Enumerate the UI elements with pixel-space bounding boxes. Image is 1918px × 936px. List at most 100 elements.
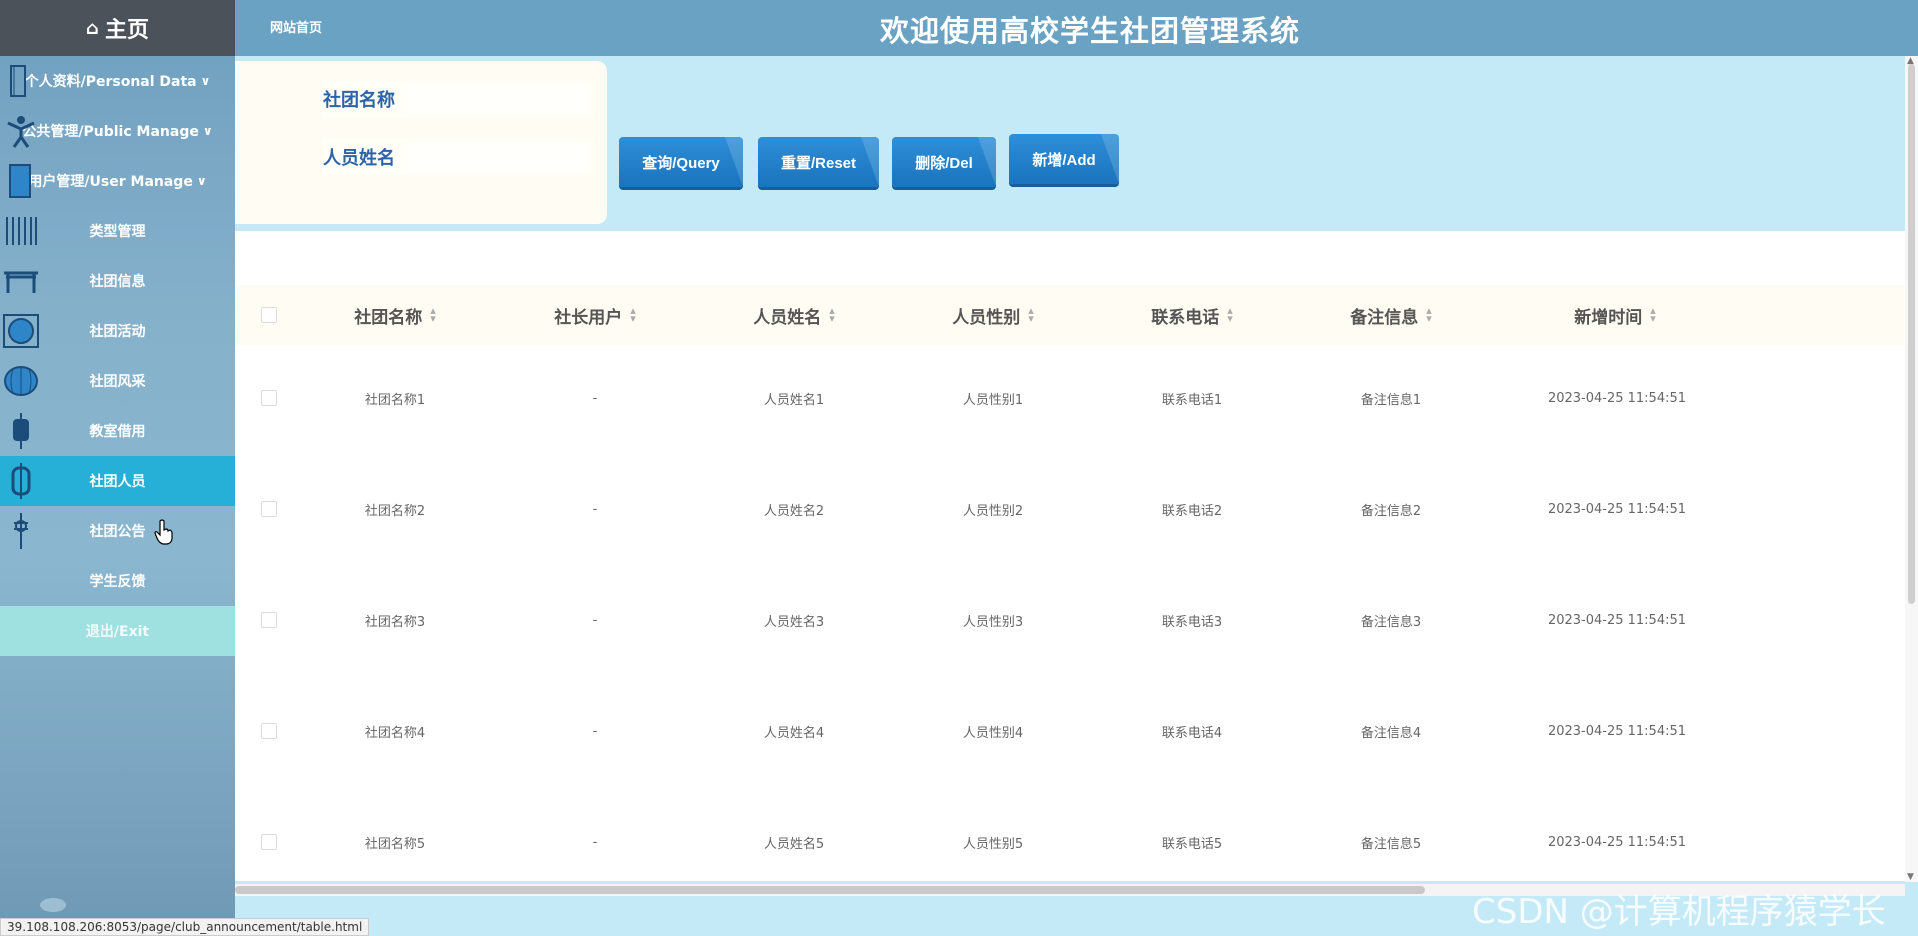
table-row[interactable]: 社团名称4 - 人员姓名4 人员性别4 联系电话4 备注信息4 2023-04-… bbox=[235, 711, 1905, 822]
table-icon bbox=[4, 271, 38, 293]
header: 网站首页 欢迎使用高校学生社团管理系统 bbox=[235, 0, 1918, 56]
scroll-down-arrow-icon[interactable]: ▼ bbox=[1907, 872, 1914, 882]
column-header[interactable]: 人员性别 ▴ ▾ bbox=[913, 285, 1073, 345]
cell-created-time: 2023-04-25 11:54:51 bbox=[1547, 501, 1687, 517]
row-checkbox[interactable] bbox=[261, 723, 277, 739]
cell-member-name: 人员姓名2 bbox=[763, 503, 825, 519]
club-name-field: 社团名称 bbox=[323, 81, 593, 117]
person-icon bbox=[7, 116, 35, 148]
column-header[interactable]: 社团名称 ▴ ▾ bbox=[315, 285, 475, 345]
cell-leader: - bbox=[592, 723, 598, 739]
cell-leader: - bbox=[592, 390, 598, 406]
cell-created-time: 2023-04-25 11:54:51 bbox=[1547, 390, 1687, 406]
row-checkbox[interactable] bbox=[261, 834, 277, 850]
sidebar-item-label: 社团信息 bbox=[89, 274, 146, 290]
sidebar-item-club-style[interactable]: 社团风采 bbox=[0, 356, 235, 406]
member-name-input[interactable] bbox=[408, 142, 588, 172]
sort-icon: ▴ ▾ bbox=[1028, 304, 1034, 325]
sidebar-item-student-feedback[interactable]: 学生反馈 bbox=[0, 556, 235, 606]
cell-gender: 人员性别5 bbox=[962, 836, 1024, 852]
cell-remark: 备注信息3 bbox=[1360, 614, 1422, 630]
sort-icon: ▴ ▾ bbox=[1650, 304, 1656, 325]
sidebar-item-label: 社团公告 bbox=[89, 524, 146, 540]
sidebar-item-label: 类型管理 bbox=[89, 224, 146, 240]
row-checkbox[interactable] bbox=[261, 390, 277, 406]
page-title: 欢迎使用高校学生社团管理系统 bbox=[879, 14, 1300, 48]
column-header[interactable]: 联系电话 ▴ ▾ bbox=[1112, 285, 1272, 345]
knot-icon bbox=[14, 513, 28, 549]
sort-icon: ▴ ▾ bbox=[1227, 304, 1233, 325]
hanging-lantern-icon bbox=[13, 413, 29, 449]
lantern-icon bbox=[4, 366, 38, 396]
cell-phone: 联系电话5 bbox=[1161, 836, 1223, 852]
sidebar-item-type-manage[interactable]: 类型管理 bbox=[0, 206, 235, 256]
data-table: 社团名称 ▴ ▾ 社长用户 ▴ ▾ 人员姓名 ▴ ▾ 人员性别 ▴ ▾ 联系电话 ▴ ▾ 备注信息 ▴… bbox=[235, 231, 1905, 881]
mirror-icon bbox=[3, 314, 39, 348]
table-row[interactable]: 社团名称3 - 人员姓名3 人员性别3 联系电话3 备注信息3 2023-04-… bbox=[235, 600, 1905, 711]
sidebar-item-label: 个人资料/Personal Data bbox=[24, 74, 197, 90]
status-bar-url: 39.108.108.206:8053/page/club_announceme… bbox=[0, 918, 370, 936]
sidebar-home[interactable]: ⌂ 主页 bbox=[0, 0, 235, 56]
select-all-checkbox[interactable] bbox=[261, 307, 277, 323]
cell-club-name: 社团名称5 bbox=[364, 836, 426, 852]
sidebar-item-club-activity[interactable]: 社团活动 bbox=[0, 306, 235, 356]
column-header[interactable]: 备注信息 ▴ ▾ bbox=[1311, 285, 1471, 345]
club-name-label: 社团名称 bbox=[323, 90, 395, 111]
cell-remark: 备注信息4 bbox=[1360, 725, 1422, 741]
sidebar-item-club-members[interactable]: 社团人员 bbox=[0, 456, 235, 506]
cell-member-name: 人员姓名3 bbox=[763, 614, 825, 630]
sort-icon: ▴ ▾ bbox=[829, 304, 835, 325]
sidebar-item-user-manage[interactable]: 用户管理/User Manage ∨ bbox=[0, 156, 235, 206]
scrollbar-thumb[interactable] bbox=[235, 886, 1425, 894]
sort-icon: ▴ ▾ bbox=[1426, 304, 1432, 325]
club-name-input[interactable] bbox=[408, 84, 588, 114]
cell-club-name: 社团名称2 bbox=[364, 503, 426, 519]
sidebar-item-exit[interactable]: 退出/Exit bbox=[0, 606, 235, 656]
cell-gender: 人员性别4 bbox=[962, 725, 1024, 741]
cell-gender: 人员性别3 bbox=[962, 614, 1024, 630]
cell-club-name: 社团名称3 bbox=[364, 614, 426, 630]
sidebar-item-label: 用户管理/User Manage bbox=[28, 174, 193, 190]
sidebar-item-label: 教室借用 bbox=[89, 424, 146, 440]
cell-remark: 备注信息5 bbox=[1360, 836, 1422, 852]
cell-created-time: 2023-04-25 11:54:51 bbox=[1547, 723, 1687, 739]
delete-button[interactable]: 删除/Del bbox=[892, 137, 996, 187]
sidebar-item-classroom-borrow[interactable]: 教室借用 bbox=[0, 406, 235, 456]
row-checkbox[interactable] bbox=[261, 501, 277, 517]
sidebar-item-public-manage[interactable]: 公共管理/Public Manage ∨ bbox=[0, 106, 235, 156]
scrollbar-thumb[interactable] bbox=[1908, 64, 1915, 604]
column-header[interactable]: 社长用户 ▴ ▾ bbox=[515, 285, 675, 345]
table-row[interactable]: 社团名称5 - 人员姓名5 人员性别5 联系电话5 备注信息5 2023-04-… bbox=[235, 822, 1905, 872]
sidebar: ⌂ 主页 个人资料/Personal Data ∨ 公共管理/Public Ma… bbox=[0, 0, 235, 936]
cell-member-name: 人员姓名1 bbox=[763, 392, 825, 408]
add-button[interactable]: 新增/Add bbox=[1009, 134, 1119, 184]
sidebar-item-label: 社团人员 bbox=[89, 474, 146, 490]
cell-phone: 联系电话3 bbox=[1161, 614, 1223, 630]
sidebar-item-club-info[interactable]: 社团信息 bbox=[0, 256, 235, 306]
sidebar-item-personal-data[interactable]: 个人资料/Personal Data ∨ bbox=[0, 56, 235, 106]
column-header[interactable]: 新增时间 ▴ ▾ bbox=[1535, 285, 1695, 345]
chevron-down-icon: ∨ bbox=[200, 74, 211, 88]
cell-phone: 联系电话4 bbox=[1161, 725, 1223, 741]
search-area: 社团名称 人员姓名 查询/Query 重置/Reset 删除/Del 新增/Ad… bbox=[235, 56, 1905, 231]
query-button[interactable]: 查询/Query bbox=[619, 137, 743, 187]
cell-remark: 备注信息2 bbox=[1360, 503, 1422, 519]
table-header: 社团名称 ▴ ▾ 社长用户 ▴ ▾ 人员姓名 ▴ ▾ 人员性别 ▴ ▾ 联系电话 ▴ ▾ 备注信息 ▴… bbox=[235, 285, 1905, 345]
sidebar-item-club-announcement[interactable]: 社团公告 bbox=[0, 506, 235, 556]
sidebar-item-label: 社团风采 bbox=[89, 374, 146, 390]
cell-leader: - bbox=[592, 834, 598, 850]
table-row[interactable]: 社团名称2 - 人员姓名2 人员性别2 联系电话2 备注信息2 2023-04-… bbox=[235, 489, 1905, 600]
row-checkbox[interactable] bbox=[261, 612, 277, 628]
table-row[interactable]: 社团名称1 - 人员姓名1 人员性别1 联系电话1 备注信息1 2023-04-… bbox=[235, 378, 1905, 489]
sort-icon: ▴ ▾ bbox=[430, 304, 436, 325]
cell-club-name: 社团名称4 bbox=[364, 725, 426, 741]
chevron-down-icon: ∨ bbox=[196, 174, 207, 188]
sidebar-item-label: 学生反馈 bbox=[89, 574, 146, 590]
reset-button[interactable]: 重置/Reset bbox=[758, 137, 879, 187]
sidebar-item-label: 社团活动 bbox=[89, 324, 146, 340]
vertical-scrollbar[interactable]: ▲ ▼ bbox=[1905, 56, 1918, 882]
book-icon bbox=[10, 65, 26, 97]
search-box: 社团名称 人员姓名 bbox=[235, 61, 607, 224]
cell-leader: - bbox=[592, 612, 598, 628]
column-header[interactable]: 人员姓名 ▴ ▾ bbox=[714, 285, 874, 345]
